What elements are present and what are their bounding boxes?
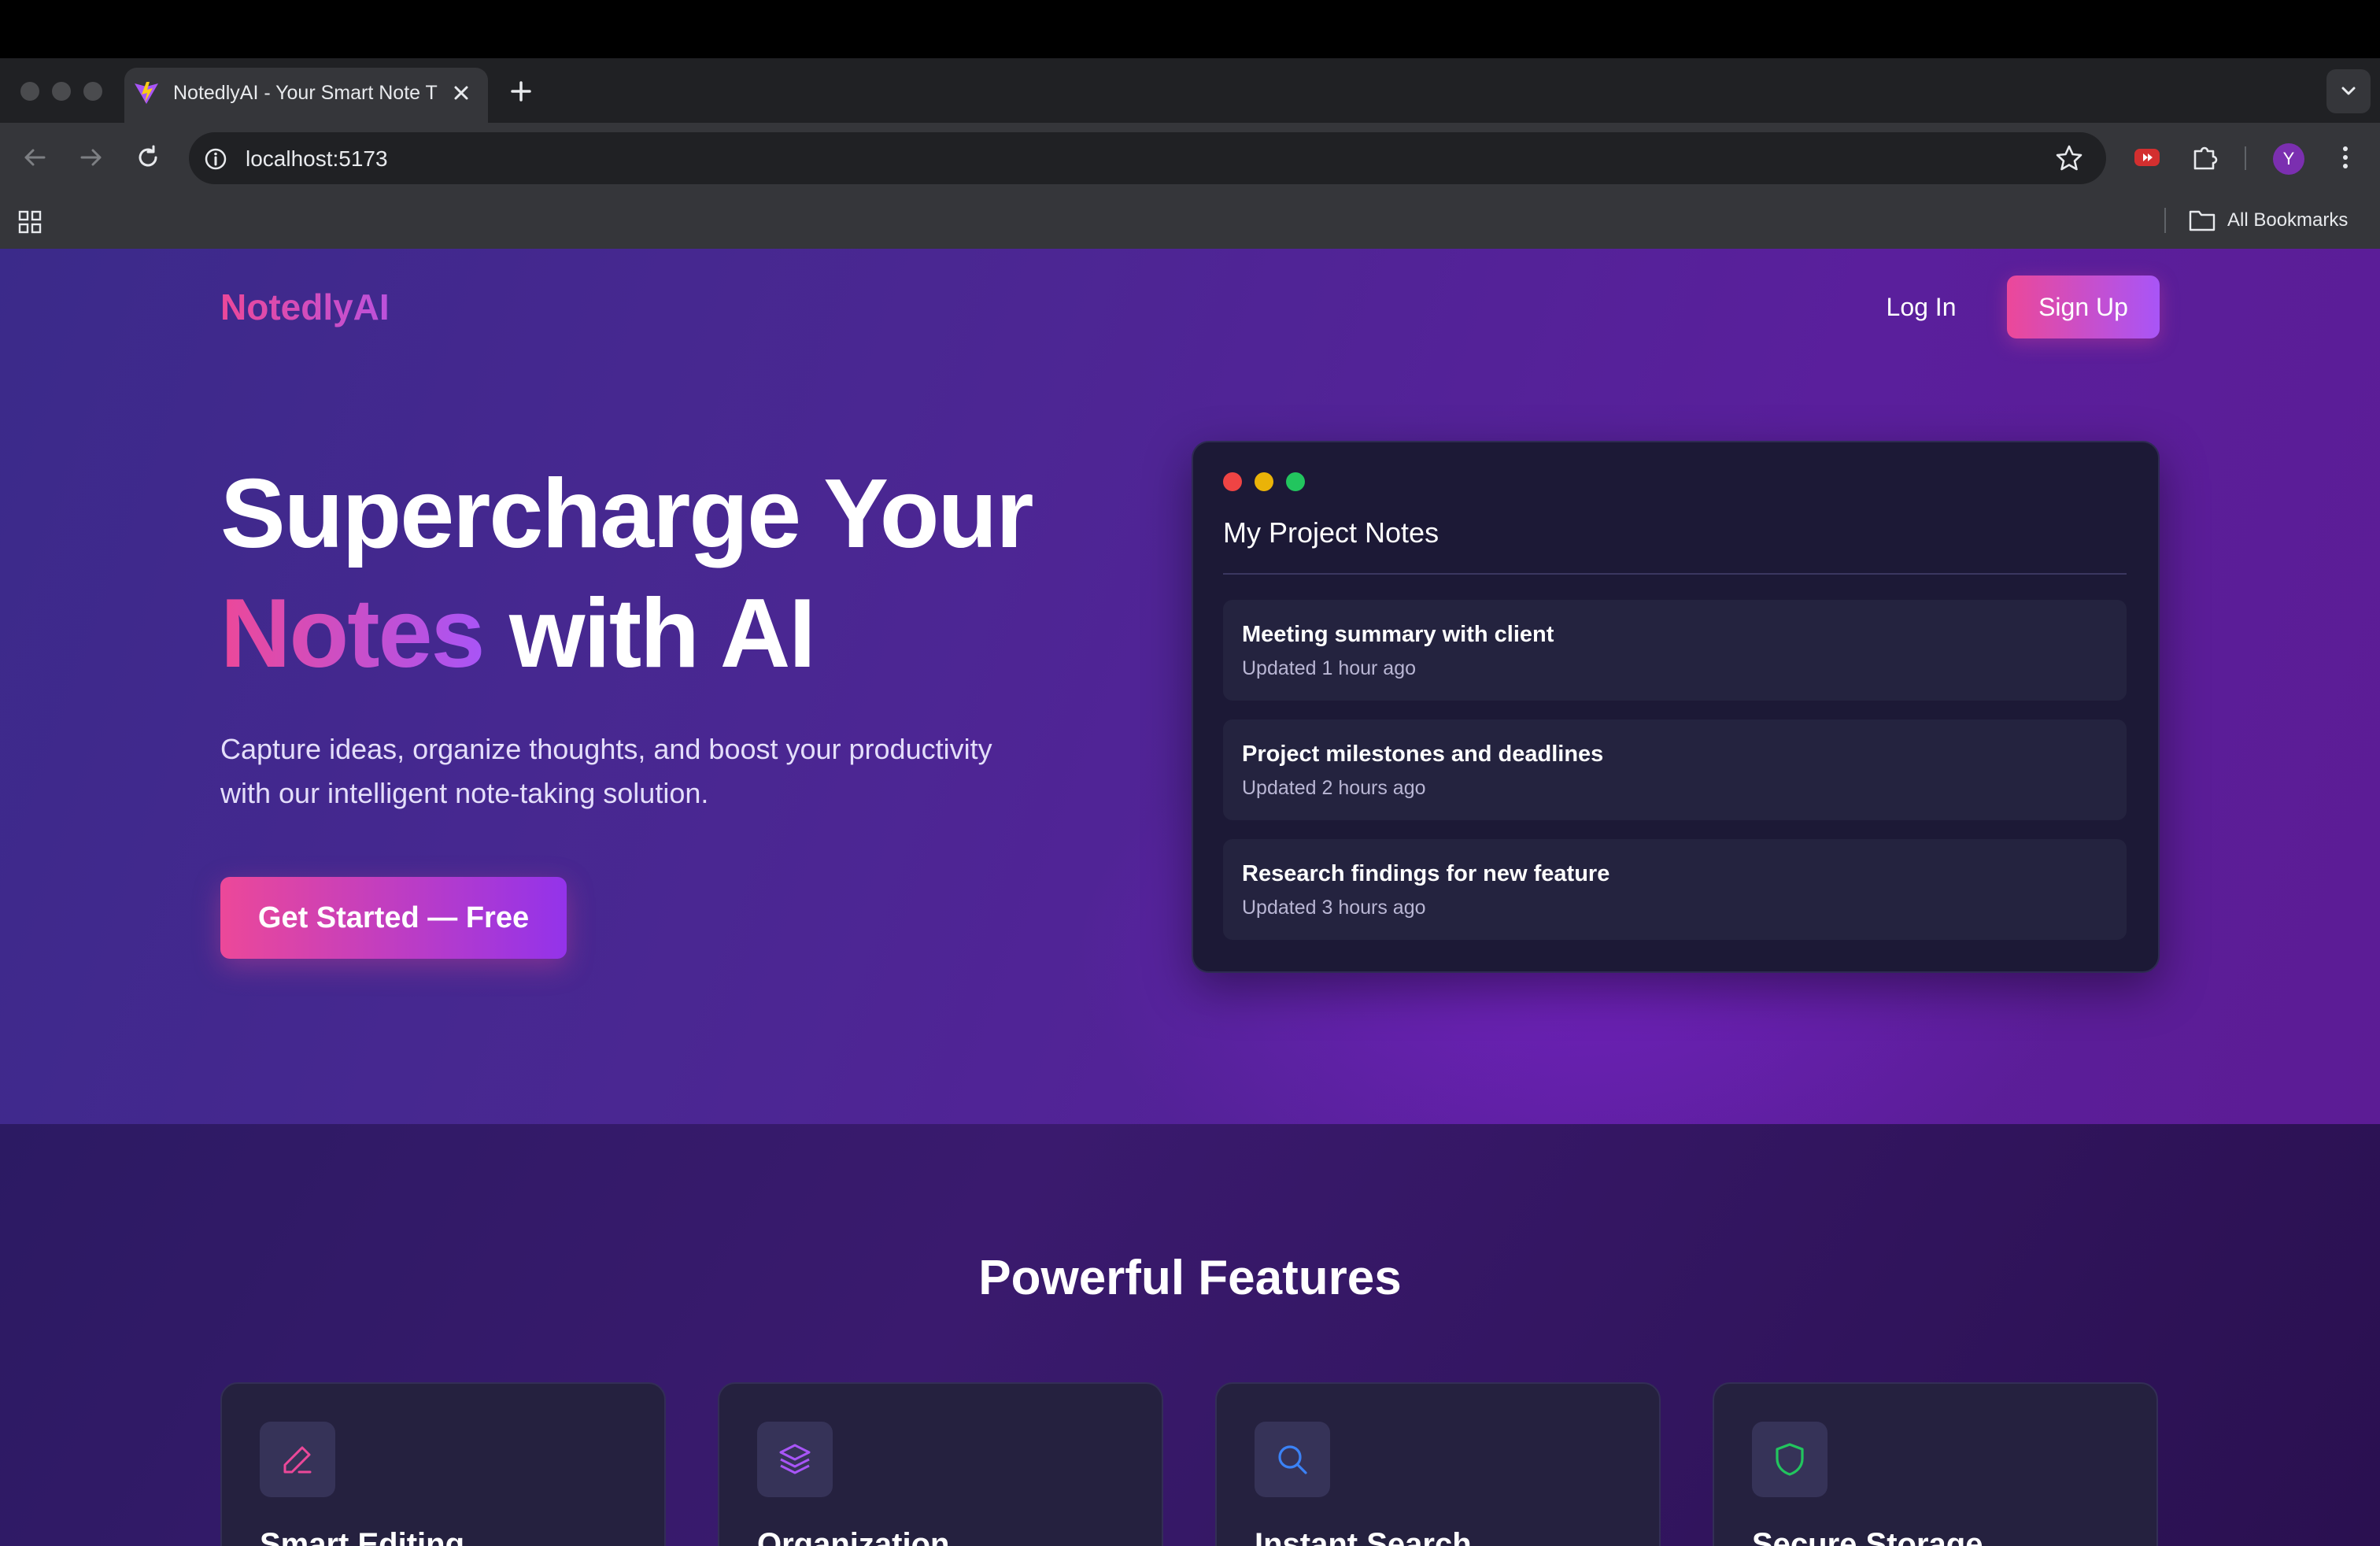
note-title: Meeting summary with client xyxy=(1242,622,1554,647)
extensions-puzzle-icon[interactable] xyxy=(2188,140,2223,175)
login-button[interactable]: Log In xyxy=(1870,283,1972,331)
feature-icon-box xyxy=(1752,1422,1828,1497)
site-info-icon[interactable] xyxy=(201,145,230,173)
note-item[interactable] xyxy=(1223,600,2127,701)
chevron-down-icon xyxy=(2341,87,2356,95)
kebab-menu-icon[interactable] xyxy=(2328,140,2363,175)
note-item[interactable] xyxy=(1223,719,2127,820)
tab-close-icon[interactable] xyxy=(447,79,475,107)
apps-grid-icon[interactable] xyxy=(16,208,44,236)
hero-headline-line2: Notes with AI xyxy=(220,575,1086,693)
bookmarks-bar xyxy=(0,190,2380,249)
preview-yellow-dot xyxy=(1255,472,1273,491)
layers-icon xyxy=(779,1444,811,1474)
note-updated: Updated 1 hour ago xyxy=(1242,657,1417,679)
tab-search-button[interactable] xyxy=(2326,69,2371,113)
preview-title: My Project Notes xyxy=(1223,516,1439,549)
toolbar-divider xyxy=(2245,146,2246,170)
record-extension-icon xyxy=(2134,149,2160,166)
feature-title: Smart Editing xyxy=(260,1527,465,1546)
window-close-button[interactable] xyxy=(20,82,39,101)
forward-arrow-icon[interactable] xyxy=(76,142,107,173)
feature-title: Organization xyxy=(757,1527,950,1546)
new-tab-icon[interactable] xyxy=(504,74,538,109)
profile-avatar[interactable]: Y xyxy=(2273,143,2304,175)
logo[interactable]: NotedlyAI xyxy=(220,282,456,332)
page-viewport: NotedlyAI Log In Sign Up Supercharge You… xyxy=(0,249,2380,1546)
window-zoom-button[interactable] xyxy=(83,82,102,101)
vite-favicon-icon xyxy=(135,82,158,104)
hero-subtitle-line1: Capture ideas, organize thoughts, and bo… xyxy=(220,733,992,765)
url-text[interactable]: localhost:5173 xyxy=(246,143,718,175)
all-bookmarks-label[interactable]: All Bookmarks xyxy=(2227,206,2377,235)
extension-button[interactable] xyxy=(2130,140,2164,175)
note-updated: Updated 3 hours ago xyxy=(1242,897,1426,919)
search-icon xyxy=(1278,1445,1307,1474)
feature-icon-box xyxy=(260,1422,335,1497)
bookmark-star-icon[interactable] xyxy=(2053,142,2086,175)
feature-icon-box xyxy=(757,1422,833,1497)
hero-headline-line1: Supercharge Your xyxy=(220,460,1034,568)
feature-icon-box xyxy=(1255,1422,1330,1497)
window-minimize-button[interactable] xyxy=(52,82,71,101)
back-arrow-icon[interactable] xyxy=(19,142,50,173)
note-updated: Updated 2 hours ago xyxy=(1242,777,1426,799)
pencil-icon xyxy=(283,1446,312,1474)
note-item[interactable] xyxy=(1223,839,2127,940)
folder-icon xyxy=(2189,210,2216,231)
note-title: Project milestones and deadlines xyxy=(1242,742,1604,767)
hero-subtitle: Capture ideas, organize thoughts, and bo… xyxy=(220,727,1055,822)
feature-title: Secure Storage xyxy=(1752,1527,1983,1546)
preview-red-dot xyxy=(1223,472,1242,491)
hero-headline-rest: with AI xyxy=(483,579,816,688)
preview-divider xyxy=(1223,573,2127,575)
preview-green-dot xyxy=(1286,472,1305,491)
hero-subtitle-line2: with our intelligent note-taking solutio… xyxy=(220,777,709,809)
get-started-button[interactable]: Get Started — Free xyxy=(220,877,567,959)
hero-headline-highlight: Notes xyxy=(220,579,486,688)
bookmarks-divider xyxy=(2164,208,2166,233)
note-title: Research findings for new feature xyxy=(1242,861,1610,886)
reload-icon[interactable] xyxy=(132,142,164,173)
shield-icon xyxy=(1776,1443,1804,1476)
tab-title: NotedlyAI - Your Smart Note T xyxy=(173,82,438,104)
feature-title: Instant Search xyxy=(1255,1527,1472,1546)
features-heading: Powerful Features xyxy=(978,1251,1402,1305)
screen-top-bar xyxy=(0,0,2380,58)
signup-button[interactable]: Sign Up xyxy=(2007,276,2160,338)
